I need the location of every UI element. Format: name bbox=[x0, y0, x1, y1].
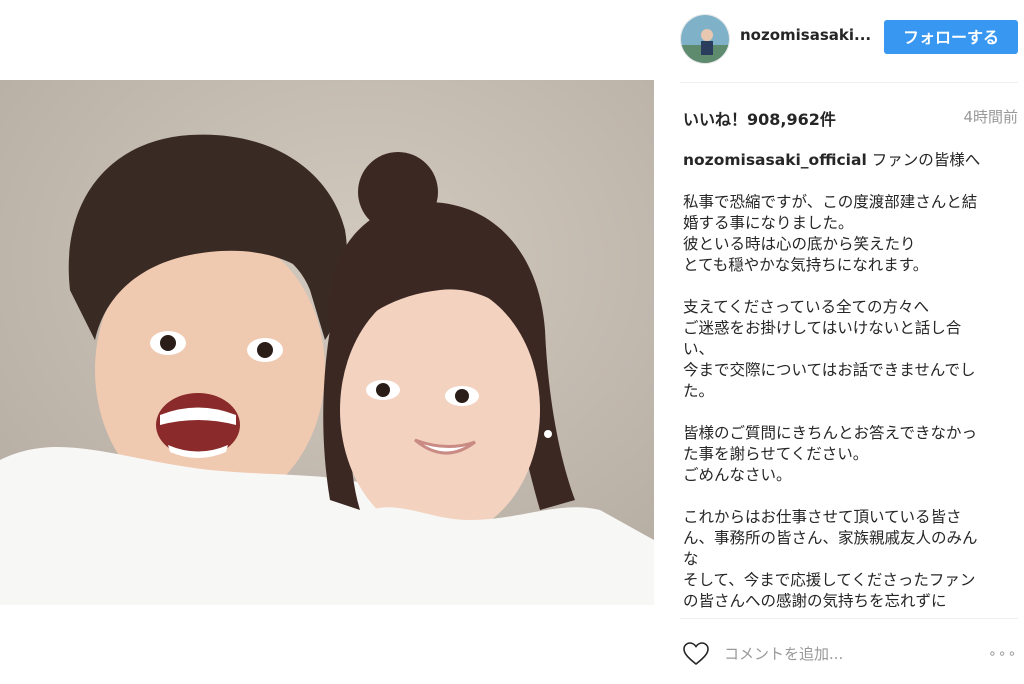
caption-line: ごめんなさい。 bbox=[683, 466, 792, 484]
caption-line: 彼といる時は心の底から笑えたり bbox=[683, 235, 916, 253]
caption-line: 婚する事になりました。 bbox=[683, 214, 854, 232]
heart-icon[interactable] bbox=[683, 642, 709, 666]
post-time[interactable]: 4時間前 bbox=[963, 106, 1018, 127]
post-photo[interactable] bbox=[0, 80, 654, 605]
post-caption: nozomisasaki_official ファンの皆様へ 私事で恐縮ですが、こ… bbox=[683, 150, 1019, 612]
avatar-image bbox=[681, 15, 729, 63]
caption-line: の皆さんへの感謝の気持ちを忘れずに bbox=[683, 592, 947, 610]
caption-line: これからはお仕事させて頂いている皆さ bbox=[683, 508, 962, 526]
caption-body: 私事で恐縮ですが、この度渡部建さんと結 婚する事になりました。彼といる時は心の底か… bbox=[683, 171, 1019, 612]
caption-first-text: ファンの皆様へ bbox=[871, 151, 981, 169]
caption-line: な bbox=[683, 550, 699, 568]
follow-button[interactable]: フォローする bbox=[884, 20, 1018, 54]
caption-line: そして、今まで応援してくださったファン bbox=[683, 571, 976, 589]
post-photo-image bbox=[0, 80, 654, 605]
caption-line: い、 bbox=[683, 340, 715, 358]
more-options-icon[interactable]: ∘∘∘ bbox=[988, 646, 1017, 662]
comment-input[interactable]: コメントを追加... bbox=[724, 643, 843, 664]
caption-line: た。 bbox=[683, 382, 715, 400]
header-divider bbox=[680, 82, 1018, 83]
caption-line: とても穏やかな気持ちになれます。 bbox=[683, 256, 929, 274]
caption-author[interactable]: nozomisasaki_official bbox=[683, 151, 867, 169]
caption-line: 私事で恐縮ですが、この度渡部建さんと結 bbox=[683, 193, 978, 211]
profile-avatar[interactable] bbox=[680, 14, 730, 64]
caption-line: ん、事務所の皆さん、家族親戚友人のみん bbox=[683, 529, 978, 547]
caption-line: ご迷惑をお掛けしてはいけないと話し合 bbox=[683, 319, 962, 337]
username-link[interactable]: nozomisasaki... bbox=[740, 26, 871, 44]
comment-divider bbox=[680, 618, 1018, 619]
caption-line: 今まで交際についてはお話できませんでし bbox=[683, 361, 976, 379]
caption-line: た事を謝らせてください。 bbox=[683, 445, 869, 463]
caption-first-line: nozomisasaki_official ファンの皆様へ bbox=[683, 150, 1019, 171]
caption-line: 支えてくださっている全ての方々へ bbox=[683, 298, 929, 316]
likes-count[interactable]: いいね！908,962件 bbox=[683, 106, 836, 130]
caption-line: 皆様のご質問にきちんとお答えできなかっ bbox=[683, 424, 978, 442]
